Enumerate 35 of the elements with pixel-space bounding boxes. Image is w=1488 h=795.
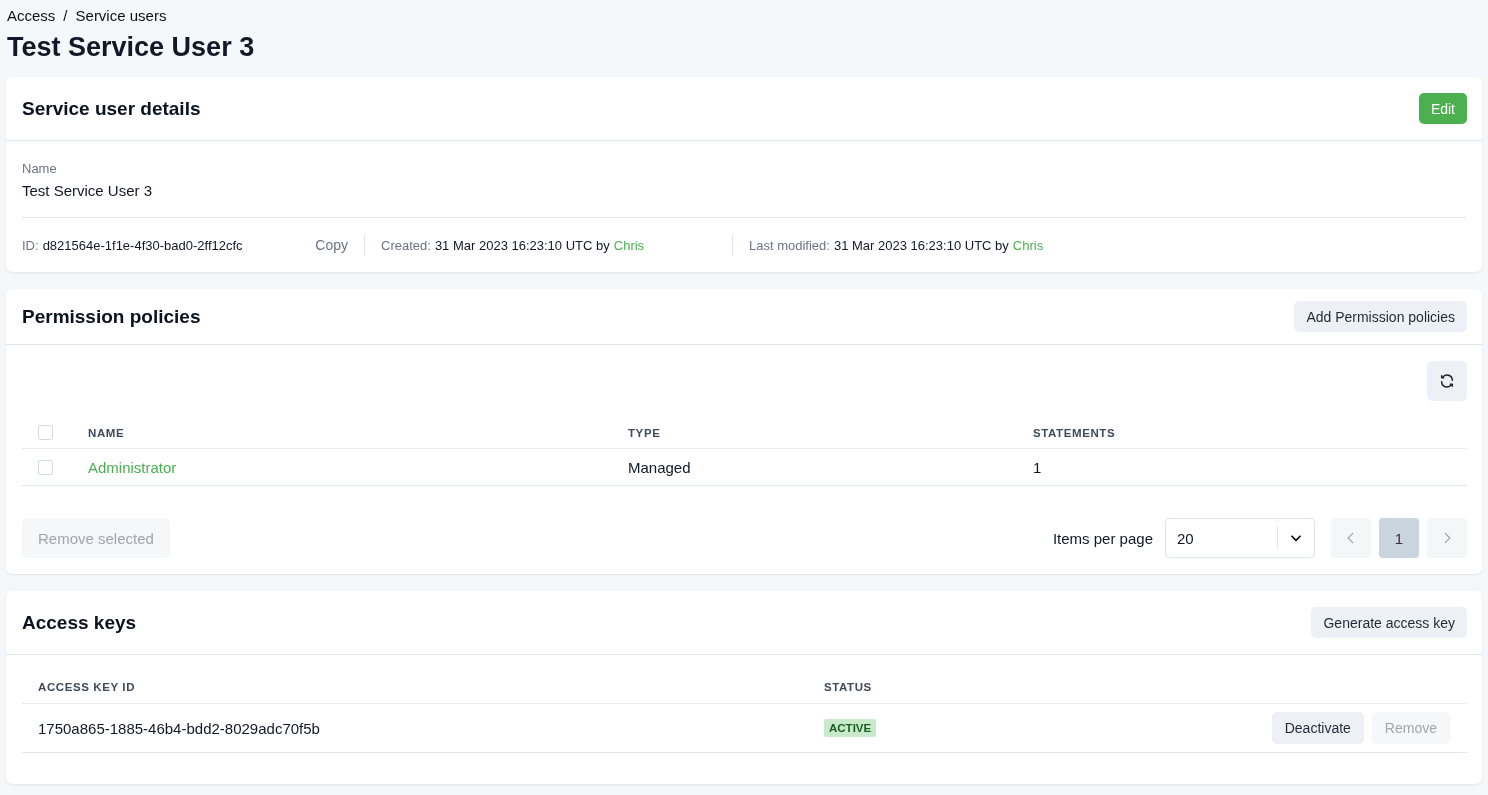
row-checkbox[interactable] (38, 459, 53, 475)
card-title: Service user details (22, 97, 201, 120)
breadcrumb-link[interactable]: Access (7, 6, 56, 24)
refresh-icon (1439, 373, 1455, 389)
meta-label: Created: (381, 237, 431, 253)
column-header: STATEMENTS (1033, 426, 1117, 439)
column-header: ACCESS KEY ID (37, 681, 137, 693)
field-label: Name (22, 161, 58, 176)
copy-link[interactable]: Copy (315, 237, 348, 253)
id-value: d821564e-1f1e-4f30-bad0-2ff12cfc (42, 237, 243, 253)
refresh-button[interactable] (1427, 361, 1467, 401)
breadcrumb-separator: / (62, 6, 69, 24)
card-title: Permission policies (22, 305, 201, 328)
meta-label: Last modified: (749, 237, 830, 253)
page-title: Test Service User 3 (7, 31, 256, 63)
select-all-checkbox[interactable] (38, 425, 53, 440)
id-label: ID: (22, 237, 39, 253)
table-cell-text: Managed (628, 458, 692, 476)
page-button[interactable]: 1 (1379, 518, 1419, 558)
field-value: Test Service User 3 (22, 182, 1466, 218)
key-action-button[interactable]: Deactivate (1271, 712, 1364, 744)
add-policies-button[interactable]: Add Permission policies (1294, 301, 1467, 332)
column-header: NAME (88, 426, 126, 439)
column-header: TYPE (628, 426, 662, 439)
status-badge: ACTIVE (824, 719, 877, 737)
items-per-page-select[interactable]: 20 (1165, 518, 1315, 558)
table-cell-text: 1 (1033, 458, 1043, 476)
meta-value: 31 Mar 2023 16:23:10 UTC by (833, 237, 1009, 253)
table-cell-text: 1750a865-1885-46b4-bdd2-8029adc70f5b (37, 719, 321, 737)
breadcrumb-link[interactable]: Service users (75, 6, 167, 24)
card-title: Access keys (22, 611, 137, 634)
column-header: STATUS (824, 681, 873, 693)
meta-value: 31 Mar 2023 16:23:10 UTC by (434, 237, 610, 253)
generate-key-button[interactable]: Generate access key (1311, 607, 1467, 638)
items-per-page-label: Items per page (1052, 529, 1153, 547)
